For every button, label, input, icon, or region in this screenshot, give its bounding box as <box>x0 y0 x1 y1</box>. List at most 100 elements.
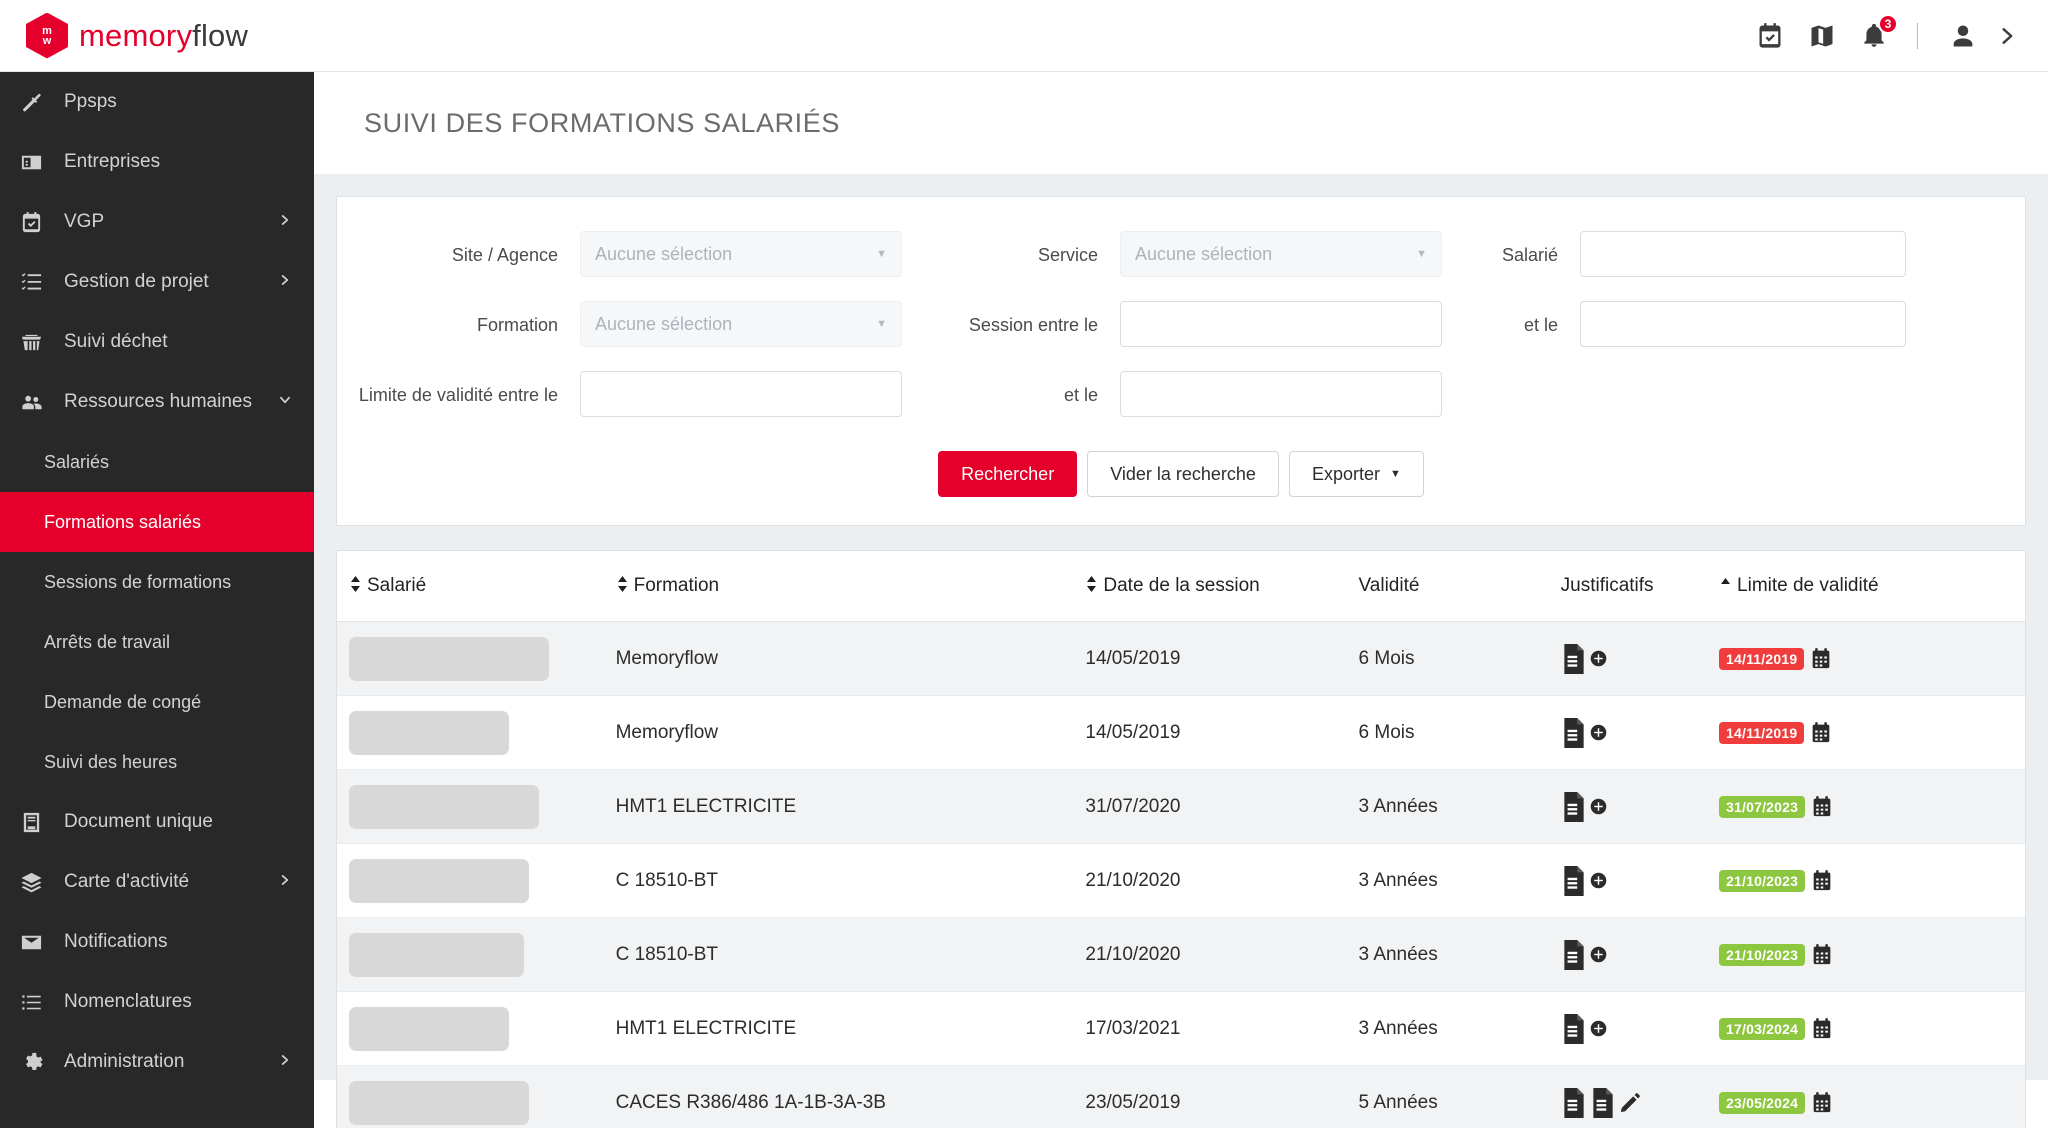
plus-circle-icon[interactable] <box>1590 724 1607 741</box>
limite-validite-group: 14/11/2019 <box>1719 647 2025 670</box>
formation-name: Memoryflow <box>615 647 718 669</box>
header-icon-group: 3 <box>1755 13 1948 51</box>
sidebar-item-sessions-de-formations[interactable]: Sessions de formations <box>0 552 314 612</box>
hammer-icon <box>20 91 56 114</box>
sidebar-item-suivi-des-heures[interactable]: Suivi des heures <box>0 732 314 792</box>
table-row[interactable]: CACES R386/486 1A-1B-3A-3B 23/05/2019 5 An… <box>337 1065 2025 1128</box>
search-button[interactable]: Rechercher <box>938 451 1078 497</box>
plus-circle-icon[interactable] <box>1590 650 1607 667</box>
chevron-right-icon[interactable] <box>278 213 292 232</box>
sidebar-item-gestion-de-projet[interactable]: Gestion de projet <box>0 252 314 312</box>
table-row[interactable]: C 18510-BT 21/10/2020 3 Années 21/10/2023 <box>337 843 2025 918</box>
sidebar-item-label: Gestion de projet <box>64 271 209 292</box>
sidebar-item-salari-s[interactable]: Salariés <box>0 432 314 492</box>
plus-circle-icon[interactable] <box>1590 1020 1607 1037</box>
sidebar-item-administration[interactable]: Administration <box>0 1032 314 1092</box>
et-le-input-1[interactable] <box>1580 301 1906 347</box>
plus-circle-icon[interactable] <box>1590 872 1607 889</box>
table-header-formation[interactable]: Formation <box>615 551 1086 622</box>
session-date: 21/10/2020 <box>1085 869 1181 891</box>
service-select[interactable]: Aucune sélection ▼ <box>1120 231 1442 277</box>
chevron-right-icon[interactable] <box>278 1053 292 1072</box>
calendar-icon[interactable] <box>1812 869 1832 892</box>
session-from-input[interactable] <box>1120 301 1442 347</box>
sidebar-item-label: Notifications <box>64 931 168 952</box>
sidebar-item-demande-de-cong[interactable]: Demande de congé <box>0 672 314 732</box>
file-icon[interactable] <box>1561 865 1587 896</box>
file-icon[interactable] <box>1561 939 1587 970</box>
sidebar-item-document-unique[interactable]: Document unique <box>0 792 314 852</box>
limite-validite-input[interactable] <box>580 371 902 417</box>
et-le-input-2[interactable] <box>1120 371 1442 417</box>
cell-justificatifs <box>1560 843 1720 918</box>
formation-name: CACES R386/486 1A-1B-3A-3B <box>615 1091 886 1113</box>
table-row[interactable]: Memoryflow 14/05/2019 6 Mois 14/11/2019 <box>337 621 2025 696</box>
table-row[interactable]: Memoryflow 14/05/2019 6 Mois 14/11/2019 <box>337 695 2025 770</box>
table-row[interactable]: C 18510-BT 21/10/2020 3 Années 21/10/2023 <box>337 917 2025 992</box>
formation-select[interactable]: Aucune sélection ▼ <box>580 301 902 347</box>
calendar-icon[interactable] <box>1812 943 1832 966</box>
sidebar-item-ppsps[interactable]: Ppsps <box>0 72 314 132</box>
calendar-check-icon[interactable] <box>1755 21 1785 51</box>
sidebar-item-vgp[interactable]: VGP <box>0 192 314 252</box>
sidebar-item-ressources-humaines[interactable]: Ressources humaines <box>0 372 314 432</box>
top-header-bar: mw memoryflow 3 <box>0 0 2048 72</box>
calendar-icon[interactable] <box>1811 721 1831 744</box>
sidebar-item-formations-salari-s[interactable]: Formations salariés <box>0 492 314 552</box>
site-agence-label: Site / Agence <box>451 245 558 265</box>
calendar-icon[interactable] <box>1811 647 1831 670</box>
chevron-right-icon[interactable] <box>278 273 292 292</box>
table-header-justificatifs: Justificatifs <box>1560 551 1720 622</box>
table-row[interactable]: HMT1 ELECTRICITE 31/07/2020 3 Années 31/07/… <box>337 769 2025 844</box>
file-icon[interactable] <box>1561 643 1587 674</box>
clear-search-button[interactable]: Vider la recherche <box>1087 451 1279 497</box>
file-icon[interactable] <box>1561 717 1587 748</box>
table-row[interactable]: HMT1 ELECTRICITE 17/03/2021 3 Années 17/03/… <box>337 991 2025 1066</box>
chevron-right-icon[interactable] <box>1992 21 2022 51</box>
file-icon[interactable] <box>1561 1013 1587 1044</box>
file-icon[interactable] <box>1590 1087 1616 1118</box>
cell-salarie <box>337 769 616 844</box>
sidebar-item-notifications[interactable]: Notifications <box>0 912 314 972</box>
user-icon[interactable] <box>1948 21 1978 51</box>
limite-validite-label: Limite de validité entre le <box>358 385 558 405</box>
export-button[interactable]: Exporter ▼ <box>1288 451 1424 497</box>
chevron-right-icon[interactable] <box>278 873 292 892</box>
limite-validite-badge: 21/10/2023 <box>1719 869 1806 892</box>
sidebar-item-carte-d-activit[interactable]: Carte d'activité <box>0 852 314 912</box>
pencil-icon[interactable] <box>1619 1091 1641 1115</box>
salarie-redacted-name <box>349 1080 529 1125</box>
validite-value: 5 Années <box>1358 1091 1438 1113</box>
formation-name: C 18510-BT <box>615 869 719 891</box>
envelope-icon <box>20 931 56 954</box>
plus-circle-icon[interactable] <box>1590 946 1607 963</box>
file-icon[interactable] <box>1561 791 1587 822</box>
sidebar-item-nomenclatures[interactable]: Nomenclatures <box>0 972 314 1032</box>
file-icon[interactable] <box>1561 1087 1587 1118</box>
limite-validite-badge: 23/05/2024 <box>1719 1091 1806 1114</box>
cell-justificatifs <box>1560 991 1720 1066</box>
user-menu[interactable] <box>1948 21 2048 51</box>
salarie-input[interactable] <box>1580 231 1906 277</box>
chevron-down-icon[interactable] <box>278 393 292 412</box>
plus-circle-icon[interactable] <box>1590 798 1607 815</box>
table-header-salari[interactable]: Salarié <box>337 551 616 622</box>
sidebar-item-arr-ts-de-travail[interactable]: Arrêts de travail <box>0 612 314 672</box>
sidebar-item-entreprises[interactable]: Entreprises <box>0 132 314 192</box>
site-agence-select[interactable]: Aucune sélection ▼ <box>580 231 902 277</box>
cell-validite: 5 Années <box>1358 1065 1561 1128</box>
calendar-icon[interactable] <box>1812 1017 1832 1040</box>
cell-formation: C 18510-BT <box>615 843 1086 918</box>
cell-salarie <box>337 843 616 918</box>
calendar-icon[interactable] <box>1812 1091 1832 1114</box>
sidebar-item-suivi-d-chet[interactable]: Suivi déchet <box>0 312 314 372</box>
cell-salarie <box>337 917 616 992</box>
sidebar-item-label: VGP <box>64 211 105 232</box>
map-icon[interactable] <box>1807 21 1837 51</box>
bell-icon[interactable]: 3 <box>1859 13 1898 51</box>
cell-formation: HMT1 ELECTRICITE <box>615 991 1086 1066</box>
calendar-icon[interactable] <box>1812 795 1832 818</box>
table-header-limite-de-validit[interactable]: Limite de validité <box>1719 551 2025 622</box>
table-header-date-de-la-session[interactable]: Date de la session <box>1085 551 1359 622</box>
app-logo[interactable]: mw memoryflow <box>0 12 340 59</box>
